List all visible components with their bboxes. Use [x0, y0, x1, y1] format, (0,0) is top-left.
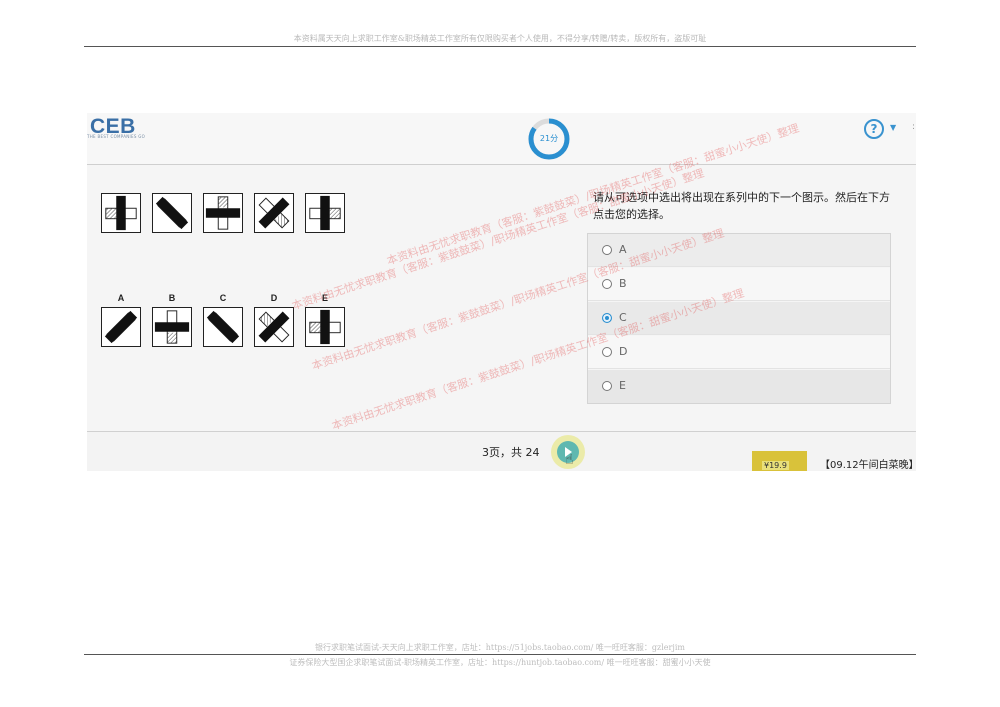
hand-cursor-icon: ☝: [565, 452, 574, 468]
series-figure-2: [152, 193, 192, 233]
option-letter-b: B: [168, 293, 176, 303]
footer-line-1: 银行求职笔试面试-天天向上求职工作室，店址：https://51jobs.tao…: [315, 643, 685, 652]
radio-a[interactable]: [602, 245, 612, 255]
option-figure-b[interactable]: [152, 307, 192, 347]
footer-rule: [84, 654, 916, 655]
ad-price: ¥19.9: [762, 461, 789, 470]
radio-d[interactable]: [602, 347, 612, 357]
answer-option-a[interactable]: A: [588, 234, 890, 267]
ad-thumbnail[interactable]: ¥19.9: [752, 451, 807, 471]
radio-c[interactable]: [602, 313, 612, 323]
answer-label-e: E: [619, 379, 626, 392]
series-figure-1: [101, 193, 141, 233]
answer-label-a: A: [619, 243, 627, 256]
option-figure-c[interactable]: [203, 307, 243, 347]
option-letter-c: C: [219, 293, 227, 303]
option-letter-d: D: [270, 293, 278, 303]
answer-option-e[interactable]: E: [588, 370, 890, 403]
promo-banner-text[interactable]: 【09.12午间白菜晚】9: [820, 456, 916, 471]
series-figure-3: [203, 193, 243, 233]
document-header-notice: 本资料属天天向上求职工作室&职场精英工作室所有仅限购买者个人使用，不得分享/转赠…: [293, 34, 707, 43]
answer-option-d[interactable]: D: [588, 336, 890, 369]
footer-line-2: 证券保险大型国企求职笔试面试-职场精英工作室，店址：https://huntjo…: [289, 658, 711, 667]
top-bar: CEB THE BEST COMPANIES GO 21分 ? ▼ :: [87, 113, 916, 165]
test-screenshot: C E B THE BEST COMPANIES GO 21分 ? ▼ : A B …: [87, 113, 916, 471]
option-figure-a[interactable]: [101, 307, 141, 347]
answer-option-c[interactable]: C: [588, 302, 890, 335]
answer-option-b[interactable]: B: [588, 268, 890, 301]
timer-label: 21分: [539, 134, 559, 143]
page-indicator: 3页，共 24: [482, 446, 540, 459]
radio-b[interactable]: [602, 279, 612, 289]
option-letter-a: A: [117, 293, 125, 303]
answer-label-b: B: [619, 277, 627, 290]
answer-label-d: D: [619, 345, 628, 358]
answer-list: A B C D E: [587, 233, 891, 404]
radio-e[interactable]: [602, 381, 612, 391]
series-figure-4: [254, 193, 294, 233]
series-figure-5: [305, 193, 345, 233]
option-letter-e: E: [321, 293, 328, 303]
logo-tagline: THE BEST COMPANIES GO: [87, 134, 146, 139]
answer-label-c: C: [619, 311, 627, 324]
header-rule: [84, 46, 916, 47]
help-icon[interactable]: ?: [864, 119, 884, 139]
chevron-down-icon[interactable]: ▼: [890, 123, 896, 132]
option-figure-e[interactable]: [305, 307, 345, 347]
question-prompt: 请从可选项中选出将出现在系列中的下一个图示。然后在下方点击您的选择。: [593, 191, 890, 221]
timer-ring: 21分: [527, 117, 571, 161]
more-icon[interactable]: :: [912, 122, 915, 132]
option-figure-d[interactable]: [254, 307, 294, 347]
bottom-bar: 3页，共 24 ☝ ¥19.9 【09.12午间白菜晚】9: [87, 431, 916, 471]
